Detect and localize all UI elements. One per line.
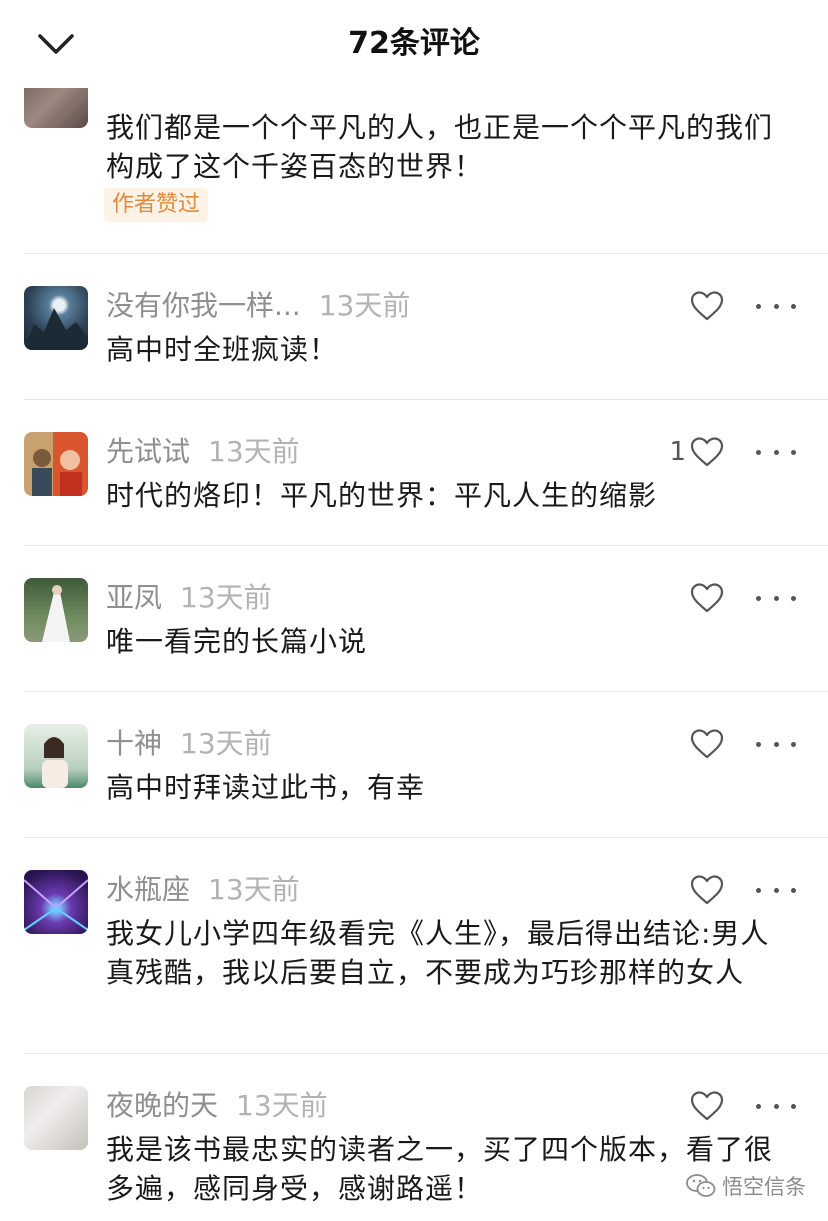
comment-meta: 没有你我一样... 13天前 [106, 286, 410, 326]
more-dots-icon[interactable] [756, 1086, 796, 1126]
timestamp: 13天前 [208, 873, 300, 906]
username[interactable]: 亚凤 [106, 581, 162, 614]
dot [791, 1103, 796, 1109]
avatar[interactable] [24, 1086, 88, 1150]
avatar[interactable] [24, 870, 88, 934]
dot [773, 449, 779, 455]
comment-meta: 亚凤 13天前 [106, 578, 272, 618]
watermark-text: 悟空信条 [722, 1175, 806, 1199]
heart-outline-icon [690, 437, 724, 467]
dot [773, 595, 779, 601]
timestamp: 13天前 [318, 289, 411, 322]
heart-outline-icon [690, 583, 724, 613]
header-bar: 72条评论 [0, 0, 828, 88]
like-button[interactable] [686, 1086, 724, 1126]
comment-text: 高中时拜读过此书，有幸 [106, 771, 426, 804]
comment-item: 没有你我一样... 13天前 高中时全班疯读！ [0, 254, 828, 399]
comment-meta: 夜晚的天 13天前 [106, 1086, 328, 1126]
username[interactable]: 没有你我一样... [106, 289, 301, 322]
comment-text: 高中时全班疯读！ [106, 333, 339, 366]
more-dots-icon[interactable] [756, 432, 796, 472]
dot [791, 887, 796, 893]
comment-item: 水瓶座 13天前 我女儿小学四年级看完《人生》，最后得出结论:男人真残酷，我以后要… [0, 838, 828, 1053]
timestamp: 13天前 [236, 1089, 328, 1122]
avatar[interactable] [24, 578, 88, 642]
avatar-image [24, 308, 88, 350]
page-title: 72条评论 [348, 26, 480, 61]
more-dots-icon[interactable] [756, 870, 796, 910]
heart-outline-icon [690, 729, 724, 759]
dot [791, 741, 796, 747]
dot [756, 595, 761, 601]
like-button[interactable] [686, 870, 724, 910]
username[interactable]: 夜晚的天 [106, 1089, 218, 1122]
dot [791, 303, 796, 309]
comment-meta: 十神 13天前 [106, 724, 272, 764]
username[interactable]: 水瓶座 [106, 873, 190, 906]
avatar[interactable] [24, 724, 88, 788]
comment-text: 唯一看完的长篇小说 [106, 625, 368, 658]
timestamp: 13天前 [180, 727, 272, 760]
avatar[interactable] [24, 286, 88, 350]
avatar-image [42, 585, 70, 642]
comment-text: 时代的烙印！平凡的世界：平凡人生的缩影 [106, 479, 658, 512]
like-button[interactable] [686, 578, 724, 618]
dot [756, 1103, 761, 1109]
avatar-image [24, 879, 88, 931]
comment-item: 十神 13天前 高中时拜读过此书，有幸 [0, 692, 828, 837]
comment-text: 我们都是一个个平凡的人，也正是一个个平凡的我们构成了这个千姿百态的世界！ [106, 111, 774, 183]
dot [773, 303, 779, 309]
dot [791, 595, 796, 601]
like-button[interactable] [686, 724, 724, 764]
heart-outline-icon [690, 875, 724, 905]
dot [773, 887, 779, 893]
dot [756, 741, 761, 747]
more-dots-icon[interactable] [756, 724, 796, 764]
timestamp: 13天前 [180, 581, 272, 614]
comment-meta: 水瓶座 13天前 [106, 870, 300, 910]
avatar[interactable] [24, 432, 88, 496]
like-button[interactable] [686, 286, 724, 326]
dot [773, 1103, 779, 1109]
username[interactable]: 十神 [106, 727, 162, 760]
comment-text: 我女儿小学四年级看完《人生》，最后得出结论:男人真残酷，我以后要自立，不要成为巧… [106, 917, 770, 989]
heart-outline-icon [690, 291, 724, 321]
dot [756, 303, 761, 309]
heart-outline-icon [690, 1091, 724, 1121]
dot [756, 887, 761, 893]
comment-item: 亚凤 13天前 唯一看完的长篇小说 [0, 546, 828, 691]
dot [756, 449, 761, 455]
like-count: 1 [669, 437, 686, 467]
username[interactable]: 先试试 [106, 435, 190, 468]
comment-meta: 先试试 13天前 [106, 432, 300, 472]
dot [773, 741, 779, 747]
more-dots-icon[interactable] [756, 286, 796, 326]
author-liked-badge: 作者赞过 [104, 188, 209, 222]
avatar-image [32, 449, 82, 496]
avatar-image [42, 737, 68, 788]
watermark: 悟空信条 [686, 1171, 806, 1201]
like-button[interactable]: 1 [669, 432, 724, 472]
wechat-icon [686, 1174, 716, 1197]
more-dots-icon[interactable] [756, 578, 796, 618]
comment-item: 先试试 13天前 1 时代的烙印！平凡的世界：平凡人生的缩影 [0, 400, 828, 545]
dot [791, 449, 796, 455]
timestamp: 13天前 [208, 435, 300, 468]
